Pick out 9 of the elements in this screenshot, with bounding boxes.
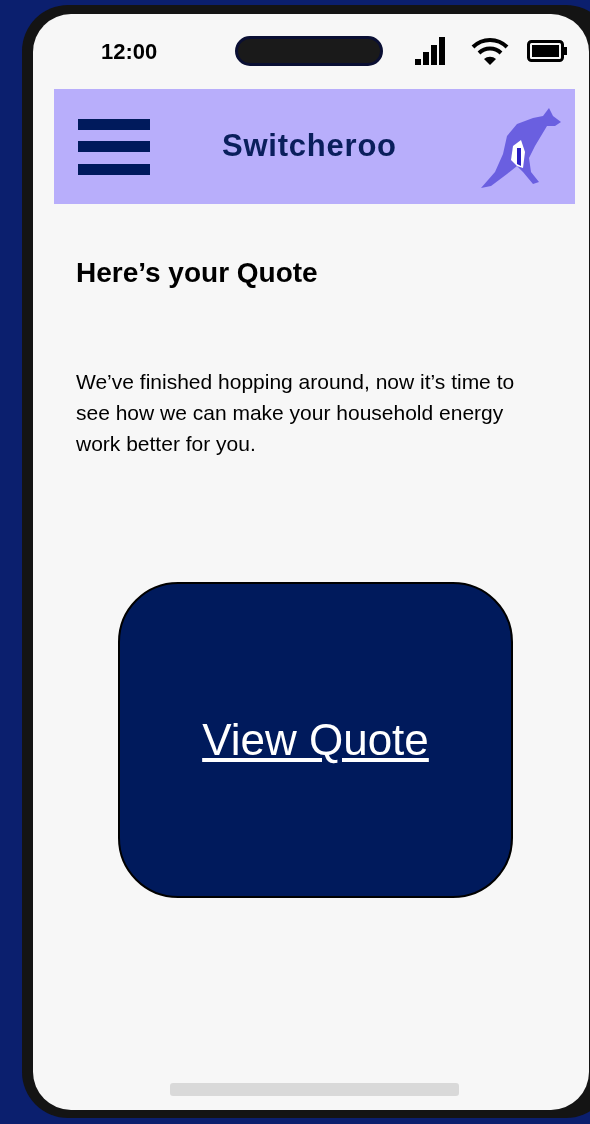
intro-paragraph: We’ve finished hopping around, now it’s time to see how we can make your household energy work better for you. [76, 369, 516, 457]
view-quote-button[interactable]: View Quote [118, 582, 513, 898]
signal-icon [415, 37, 445, 65]
wifi-icon [471, 37, 509, 65]
status-time: 12:00 [101, 37, 159, 66]
menu-button[interactable] [78, 118, 150, 175]
page-heading: Here’s your Quote [76, 256, 319, 290]
battery-icon [527, 40, 567, 62]
app-title: Switcheroo [222, 127, 397, 166]
